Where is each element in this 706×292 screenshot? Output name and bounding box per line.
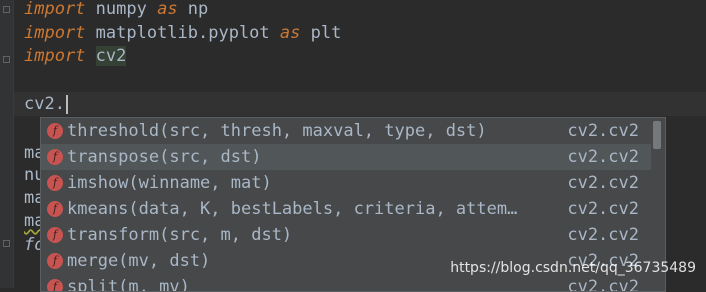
current-line-highlight bbox=[14, 92, 706, 116]
fold-marker-icon[interactable] bbox=[3, 240, 10, 247]
text-caret bbox=[65, 94, 68, 114]
function-icon: f bbox=[47, 253, 63, 269]
completion-item[interactable]: f split(m, mv) cv2.cv2 bbox=[41, 274, 665, 292]
completion-signature: kmeans(data, K, bestLabels, criteria, at… bbox=[67, 199, 518, 219]
keyword-import: import bbox=[24, 46, 86, 66]
module-name: matplotlib.pyplot bbox=[85, 23, 280, 43]
module-name: numpy bbox=[85, 0, 158, 19]
completion-item[interactable]: f imshow(winname, mat) cv2.cv2 bbox=[41, 170, 665, 196]
completion-signature: transform(src, m, dst) bbox=[67, 225, 293, 245]
completion-item[interactable]: f threshold(src, thresh, maxval, type, d… bbox=[41, 118, 665, 144]
alias-name: plt bbox=[300, 23, 342, 43]
completion-source: cv2.cv2 bbox=[567, 121, 639, 141]
completion-signature: transpose(src, dst) bbox=[67, 147, 262, 167]
watermark-url: https://blog.csdn.net/qq_36735489 bbox=[450, 260, 696, 276]
completion-source: cv2.cv2 bbox=[567, 147, 639, 167]
scrollbar-thumb[interactable] bbox=[653, 121, 661, 149]
completion-source: cv2.cv2 bbox=[567, 173, 639, 193]
editor-gutter bbox=[0, 0, 14, 288]
keyword-import: import bbox=[24, 23, 86, 43]
completion-item[interactable]: f kmeans(data, K, bestLabels, criteria, … bbox=[41, 196, 665, 222]
alias-name: np bbox=[177, 0, 209, 19]
completion-item[interactable]: f transform(src, m, dst) cv2.cv2 bbox=[41, 222, 665, 248]
completion-signature: threshold(src, thresh, maxval, type, dst… bbox=[67, 121, 487, 141]
keyword-as: as bbox=[157, 0, 178, 19]
function-icon: f bbox=[47, 227, 63, 243]
completion-signature: merge(mv, dst) bbox=[67, 251, 211, 271]
completion-signature: imshow(winname, mat) bbox=[67, 173, 272, 193]
function-icon: f bbox=[47, 123, 63, 139]
completion-source: cv2.cv2 bbox=[567, 225, 639, 245]
function-icon: f bbox=[47, 175, 63, 191]
code-line-current[interactable]: cv2. bbox=[24, 93, 68, 115]
function-icon: f bbox=[47, 279, 63, 291]
code-line-2: import matplotlib.pyplot as plt bbox=[24, 22, 341, 44]
fold-marker-icon[interactable] bbox=[3, 6, 10, 13]
completion-item-selected[interactable]: f transpose(src, dst) cv2.cv2 bbox=[41, 144, 665, 170]
code-editor[interactable]: import numpy as np import matplotlib.pyp… bbox=[0, 0, 706, 292]
module-name: cv2 bbox=[95, 46, 127, 66]
completion-source: cv2.cv2 bbox=[567, 199, 639, 219]
keyword-as: as bbox=[279, 23, 301, 43]
keyword-import: import bbox=[24, 0, 86, 19]
completion-source: cv2.cv2 bbox=[567, 277, 639, 292]
code-line-1: import numpy as np bbox=[24, 0, 208, 20]
code-line-3: import cv2 bbox=[24, 45, 127, 67]
fold-marker-icon[interactable] bbox=[3, 56, 10, 63]
function-icon: f bbox=[47, 201, 63, 217]
completion-signature: split(m, mv) bbox=[67, 277, 190, 292]
current-line-text: cv2. bbox=[24, 94, 65, 114]
function-icon: f bbox=[47, 149, 63, 165]
